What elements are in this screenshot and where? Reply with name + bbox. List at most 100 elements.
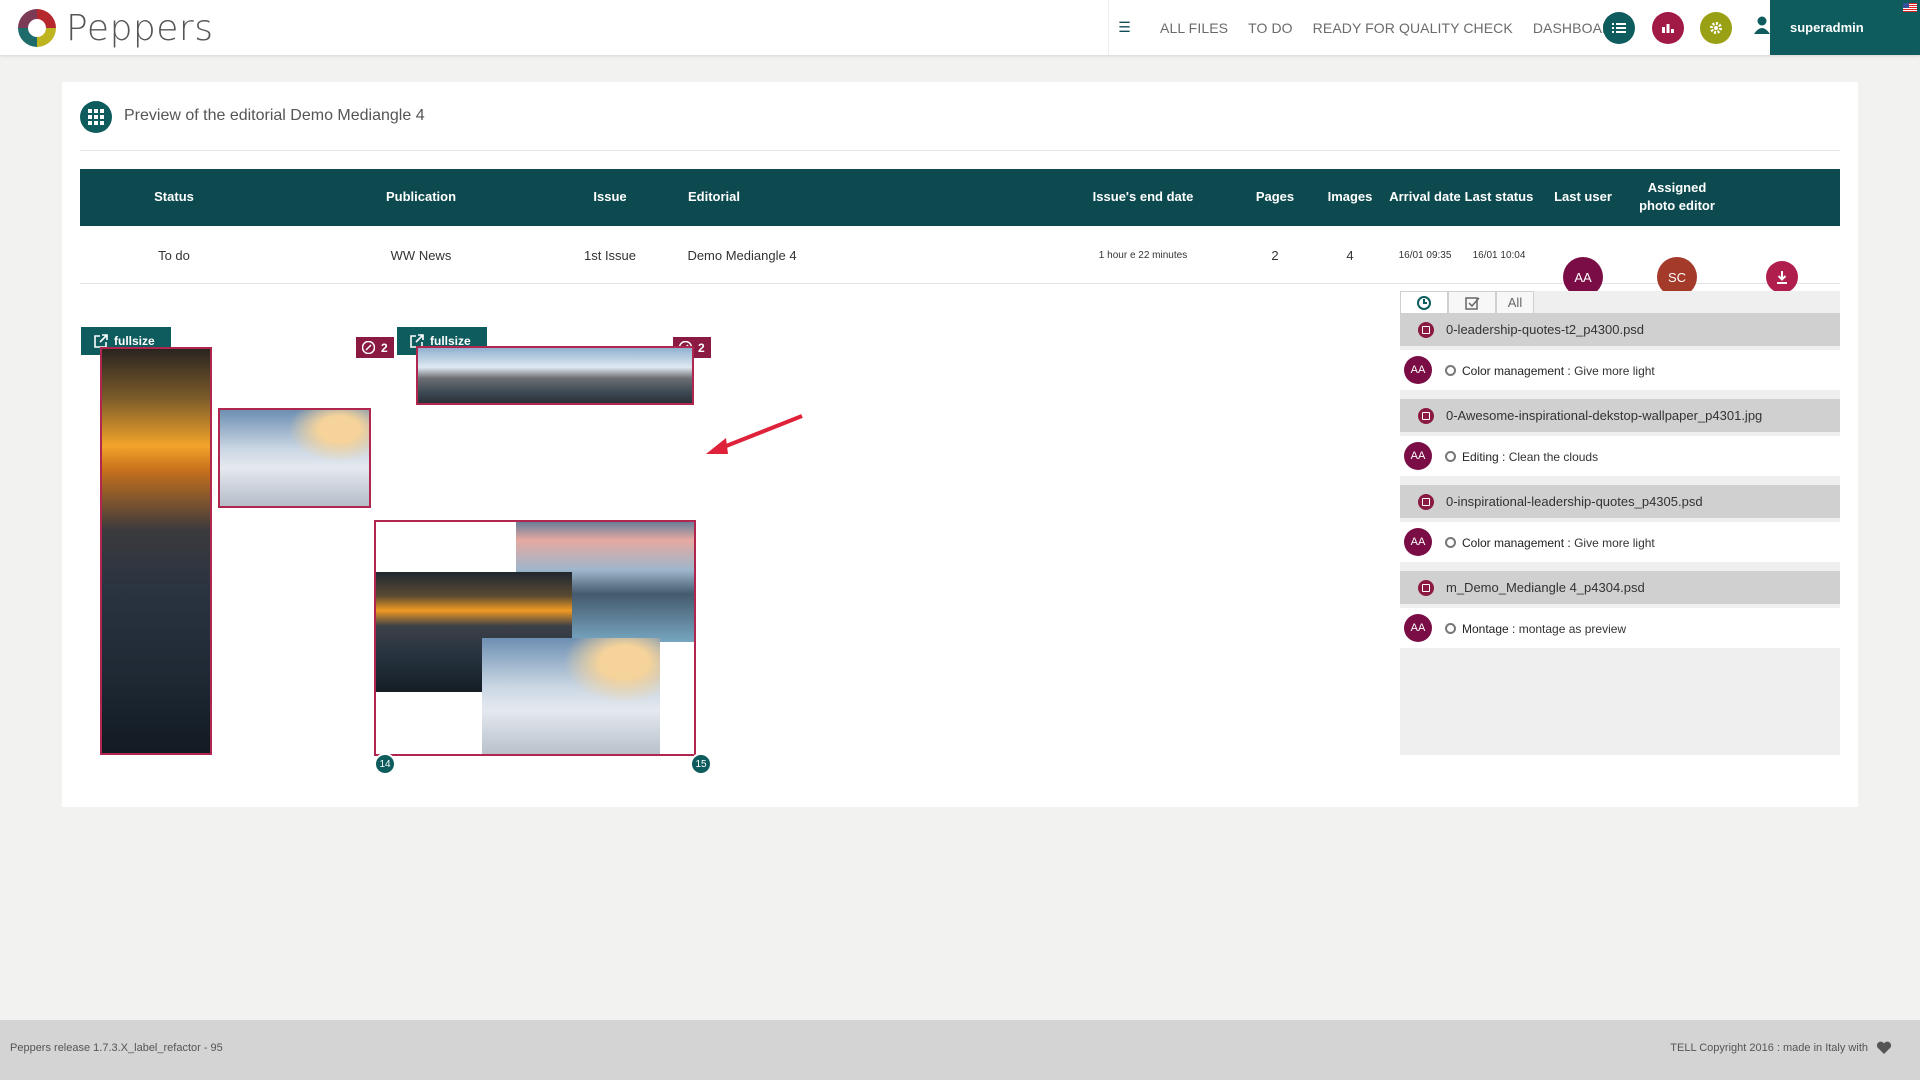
avatar: AA (1404, 528, 1432, 556)
table-row[interactable]: To do WW News 1st Issue Demo Mediangle 4… (80, 226, 1840, 297)
file-row[interactable]: 0-leadership-quotes-t2_p4300.psd (1400, 313, 1840, 346)
task-row[interactable]: AA Editing : Clean the clouds (1400, 436, 1840, 476)
header-pages: Pages (1255, 189, 1295, 204)
avatar: AA (1404, 614, 1432, 642)
main-nav: ☰ ALL FILES TO DO READY FOR QUALITY CHEC… (1108, 0, 1622, 55)
clock-icon (1417, 295, 1431, 310)
file-icon (1418, 580, 1434, 596)
image-count-badge[interactable]: 2 (356, 337, 394, 358)
badge-count: 2 (381, 340, 388, 355)
download-icon (1777, 270, 1787, 284)
image-sunset-portrait[interactable] (100, 347, 212, 755)
header-assigned-photo-editor: Assigned photo editor (1639, 179, 1715, 215)
task-row[interactable]: AA Color management : Give more light (1400, 350, 1840, 390)
task-type: Color management : (1462, 536, 1571, 550)
red-arrow-icon (706, 414, 803, 454)
header-arrival-date: Arrival date (1389, 189, 1461, 204)
task-type: Color management : (1462, 364, 1571, 378)
gear-icon (1710, 22, 1722, 34)
brand-name[interactable]: Peppers (66, 8, 213, 49)
fullsize-label: fullsize (114, 334, 155, 348)
user-menu[interactable]: superadmin (1754, 0, 1920, 55)
header-publication: Publication (385, 189, 457, 204)
table-header: Status Publication Issue Editorial Issue… (80, 169, 1840, 226)
task-row[interactable]: AA Color management : Give more light (1400, 522, 1840, 562)
tab-all[interactable]: All (1496, 291, 1534, 313)
divider (80, 150, 1840, 151)
row-arrival-date: 16/01 09:35 (1398, 250, 1452, 261)
task-text: Editing : Clean the clouds (1462, 450, 1598, 464)
avatar: AA (1404, 356, 1432, 384)
header-issue: Issue (593, 189, 627, 204)
file-icon (1418, 494, 1434, 510)
file-icon (1418, 322, 1434, 338)
page-number: 14 (374, 753, 396, 775)
header-last-status: Last status (1464, 189, 1534, 204)
file-icon (1418, 408, 1434, 424)
list-view-button[interactable] (1603, 12, 1635, 44)
tab-done[interactable] (1448, 291, 1496, 313)
list-icon[interactable]: ☰ (1108, 0, 1140, 55)
user-icon (1754, 16, 1770, 34)
download-button[interactable] (1766, 261, 1798, 293)
page-number: 15 (690, 753, 712, 775)
row-publication: WW News (390, 248, 452, 263)
image-panorama-mountains[interactable] (416, 346, 694, 405)
row-end-date: 1 hour e 22 minutes (1098, 250, 1188, 261)
file-row[interactable]: 0-Awesome-inspirational-dekstop-wallpape… (1400, 399, 1840, 432)
user-name: superadmin (1790, 20, 1864, 35)
footer: Peppers release 1.7.3.X_label_refactor -… (0, 1020, 1920, 1080)
file-name: 0-inspirational-leadership-quotes_p4305.… (1446, 494, 1703, 509)
tab-pending[interactable] (1400, 291, 1448, 313)
file-row[interactable]: m_Demo_Mediangle 4_p4304.psd (1400, 571, 1840, 604)
heart-icon (1876, 1041, 1892, 1054)
file-row[interactable]: 0-inspirational-leadership-quotes_p4305.… (1400, 485, 1840, 518)
clock-icon (1445, 451, 1456, 462)
task-description: montage as preview (1515, 622, 1627, 636)
clock-icon (1445, 365, 1456, 376)
clock-icon (1445, 623, 1456, 634)
statistics-button[interactable] (1652, 12, 1684, 44)
badge-count: 2 (698, 340, 705, 355)
settings-button[interactable] (1700, 12, 1732, 44)
list-icon (1612, 23, 1626, 33)
task-row[interactable]: AA Montage : montage as preview (1400, 608, 1840, 648)
task-text: Color management : Give more light (1462, 364, 1655, 378)
panel-tabs: All (1400, 291, 1534, 313)
top-bar: Peppers ☰ ALL FILES TO DO READY FOR QUAL… (0, 0, 1920, 55)
header-editorial: Editorial (687, 189, 741, 204)
bar-chart-icon (1662, 24, 1674, 33)
nav-to-do[interactable]: TO DO (1248, 20, 1293, 36)
grid-icon (80, 101, 112, 133)
task-text: Montage : montage as preview (1462, 622, 1626, 636)
task-type: Montage : (1462, 622, 1516, 636)
page-title: Preview of the editorial Demo Mediangle … (124, 107, 425, 124)
release-info: Peppers release 1.7.3.X_label_refactor -… (10, 1042, 223, 1054)
checkbox-icon (1464, 296, 1480, 310)
header-end-date: Issue's end date (1092, 189, 1194, 204)
header-status: Status (154, 189, 194, 204)
row-issue: 1st Issue (583, 248, 637, 263)
header-last-user: Last user (1554, 189, 1612, 204)
row-status: To do (158, 248, 190, 263)
peppers-logo-icon[interactable] (16, 7, 58, 49)
nav-ready-for-quality-check[interactable]: READY FOR QUALITY CHECK (1313, 20, 1513, 36)
header-images: Images (1327, 189, 1373, 204)
avatar: AA (1404, 442, 1432, 470)
copyright: TELL Copyright 2016 : made in Italy with (1670, 1042, 1868, 1054)
us-flag-icon[interactable] (1903, 3, 1917, 12)
task-description: Give more light (1570, 536, 1655, 550)
header-assigned-line2: photo editor (1639, 198, 1715, 213)
task-type: Editing : (1462, 450, 1506, 464)
image-man-above-clouds[interactable] (218, 408, 371, 508)
row-pages: 2 (1271, 248, 1279, 263)
row-editorial: Demo Mediangle 4 (687, 248, 797, 263)
header-assigned-line1: Assigned (1647, 180, 1707, 195)
task-description: Clean the clouds (1505, 450, 1599, 464)
file-name: 0-leadership-quotes-t2_p4300.psd (1446, 322, 1645, 337)
image-man-above-clouds[interactable] (482, 638, 660, 754)
user-tab[interactable]: superadmin (1770, 0, 1920, 55)
file-name: m_Demo_Mediangle 4_p4304.psd (1446, 580, 1645, 595)
montage-spread[interactable] (374, 520, 696, 756)
nav-all-files[interactable]: ALL FILES (1160, 20, 1228, 36)
